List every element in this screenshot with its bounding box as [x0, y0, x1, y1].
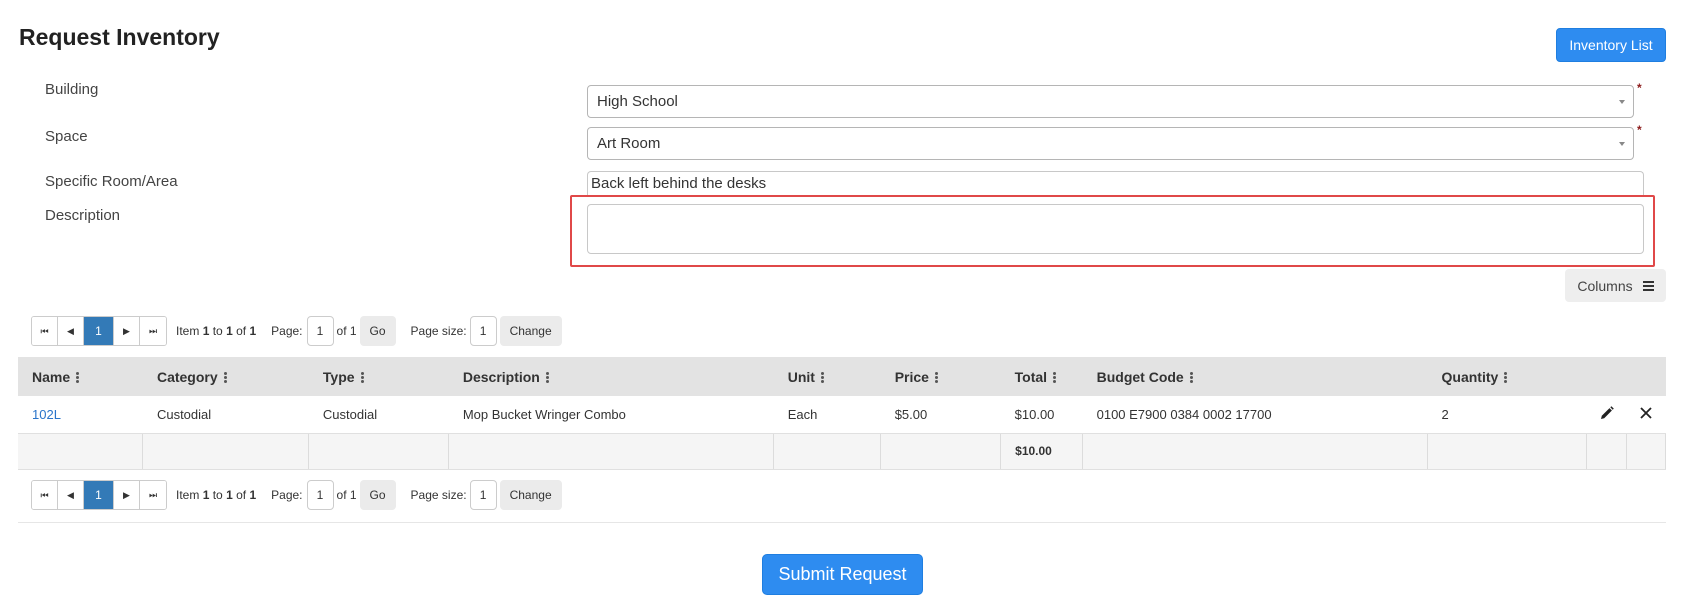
- page-input[interactable]: 1: [306, 316, 334, 346]
- pager-buttons: ⏮ ◀ 1 ▶ ⏭: [31, 316, 167, 346]
- current-page-button[interactable]: 1: [84, 317, 114, 345]
- change-button[interactable]: Change: [499, 480, 562, 510]
- go-button[interactable]: Go: [359, 480, 396, 510]
- columns-label: Columns: [1577, 277, 1633, 294]
- space-select[interactable]: Art Room: [587, 127, 1634, 160]
- prev-page-icon[interactable]: ◀: [58, 317, 84, 345]
- building-value: High School: [597, 93, 678, 110]
- last-page-icon[interactable]: ⏭: [140, 317, 166, 345]
- inventory-table: Name Category Type Description Unit Pric…: [18, 357, 1667, 470]
- room-label: Specific Room/Area: [45, 173, 178, 190]
- footer-total: $10.00: [1000, 433, 1084, 470]
- menu-icon: [1642, 280, 1654, 291]
- column-menu-icon[interactable]: [934, 371, 938, 383]
- column-header-delete: [1626, 357, 1666, 396]
- first-page-icon[interactable]: ⏮: [32, 317, 58, 345]
- room-input[interactable]: Back left behind the desks: [587, 171, 1644, 195]
- column-menu-icon[interactable]: [545, 371, 549, 383]
- required-marker: *: [1637, 81, 1642, 95]
- page-size-label: Page size:: [410, 324, 467, 338]
- go-button[interactable]: Go: [359, 316, 396, 346]
- cell-edit: [1586, 396, 1627, 434]
- required-marker: *: [1637, 123, 1642, 137]
- dropdown-caret-icon: [1619, 100, 1625, 104]
- column-menu-icon[interactable]: [76, 371, 80, 383]
- close-icon[interactable]: [1640, 407, 1653, 419]
- first-page-icon[interactable]: ⏮: [32, 481, 58, 509]
- cell-price: $5.00: [880, 396, 1001, 434]
- column-header-budget-code[interactable]: Budget Code: [1082, 357, 1428, 396]
- pager-top: ⏮ ◀ 1 ▶ ⏭ Item 1 to 1 of 1 Page: 1 of 1 …: [31, 316, 562, 346]
- column-menu-icon[interactable]: [1504, 371, 1508, 383]
- description-label: Description: [45, 207, 121, 224]
- cell-unit: Each: [773, 396, 881, 434]
- table-row: 102L Custodial Custodial Mop Bucket Wrin…: [18, 396, 1666, 434]
- last-page-icon[interactable]: ⏭: [140, 481, 166, 509]
- pager-bottom: ⏮ ◀ 1 ▶ ⏭ Item 1 to 1 of 1 Page: 1 of 1 …: [31, 480, 562, 510]
- cell-budget-code: 0100 E7900 0384 0002 17700: [1082, 396, 1428, 434]
- submit-request-button[interactable]: Submit Request: [762, 554, 923, 595]
- building-label: Building: [45, 81, 99, 98]
- column-menu-icon[interactable]: [1189, 371, 1193, 383]
- pager-buttons: ⏮ ◀ 1 ▶ ⏭: [31, 480, 167, 510]
- next-page-icon[interactable]: ▶: [114, 481, 140, 509]
- building-select[interactable]: High School: [587, 85, 1634, 118]
- column-header-name[interactable]: Name: [18, 357, 143, 396]
- page-input[interactable]: 1: [306, 480, 334, 510]
- item-name-link[interactable]: 102L: [32, 407, 61, 422]
- section-divider: [18, 522, 1666, 523]
- cell-type: Custodial: [308, 396, 449, 434]
- column-header-quantity[interactable]: Quantity: [1427, 357, 1587, 396]
- cell-quantity: 2: [1427, 396, 1587, 434]
- column-header-description[interactable]: Description: [448, 357, 774, 396]
- description-textarea[interactable]: [587, 204, 1644, 254]
- page-label: Page:: [271, 324, 303, 338]
- page-count: of 1: [336, 488, 357, 502]
- page-size-label: Page size:: [410, 488, 467, 502]
- space-label: Space: [45, 128, 88, 145]
- prev-page-icon[interactable]: ◀: [58, 481, 84, 509]
- column-menu-icon[interactable]: [820, 371, 824, 383]
- inventory-list-button[interactable]: Inventory List: [1556, 28, 1666, 62]
- columns-button[interactable]: Columns: [1565, 269, 1666, 302]
- column-header-category[interactable]: Category: [142, 357, 309, 396]
- column-header-total[interactable]: Total: [1000, 357, 1083, 396]
- table-header-row: Name Category Type Description Unit Pric…: [18, 357, 1666, 396]
- next-page-icon[interactable]: ▶: [114, 317, 140, 345]
- cell-total: $10.00: [1000, 396, 1083, 434]
- item-range: Item 1 to 1 of 1: [176, 488, 257, 502]
- page-label: Page:: [271, 488, 303, 502]
- space-value: Art Room: [597, 135, 661, 152]
- change-button[interactable]: Change: [499, 316, 562, 346]
- cell-delete: [1626, 396, 1666, 434]
- column-header-unit[interactable]: Unit: [773, 357, 881, 396]
- page-title: Request Inventory: [19, 24, 220, 50]
- column-header-edit: [1586, 357, 1627, 396]
- column-menu-icon[interactable]: [1053, 371, 1057, 383]
- column-menu-icon[interactable]: [223, 371, 227, 383]
- column-menu-icon[interactable]: [360, 371, 364, 383]
- cell-category: Custodial: [142, 396, 309, 434]
- cell-name[interactable]: 102L: [18, 396, 143, 434]
- cell-description: Mop Bucket Wringer Combo: [448, 396, 774, 434]
- page-count: of 1: [336, 324, 357, 338]
- column-header-price[interactable]: Price: [880, 357, 1001, 396]
- pencil-icon[interactable]: [1600, 405, 1615, 420]
- table-footer-row: $10.00: [18, 433, 1667, 470]
- column-header-type[interactable]: Type: [308, 357, 449, 396]
- page-size-input[interactable]: 1: [469, 316, 497, 346]
- item-range: Item 1 to 1 of 1: [176, 324, 257, 338]
- page-size-input[interactable]: 1: [469, 480, 497, 510]
- current-page-button[interactable]: 1: [84, 481, 114, 509]
- dropdown-caret-icon: [1619, 142, 1625, 146]
